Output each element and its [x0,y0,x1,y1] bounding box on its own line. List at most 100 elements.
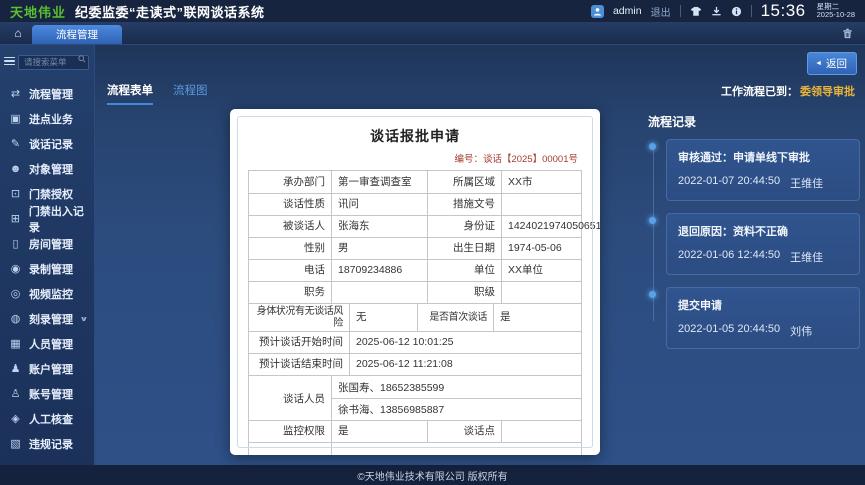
sidebar-item-recording-management[interactable]: ◉ 录制管理 [0,256,94,281]
form-cell-label: 单位 [427,260,501,281]
sidebar-item-label: 账户管理 [29,361,73,377]
process-management-icon: ⇄ [9,87,22,100]
record-text: 审核通过：申请单线下审批 [678,149,848,165]
sidebar-item-label: 录制管理 [29,261,73,277]
process-record-panel: 流程记录 审核通过：申请单线下审批2022-01-07 20:44:50王维佳退… [648,113,860,465]
divider [751,5,752,17]
interview-records-icon: ✎ [9,137,22,150]
room-management-icon: ▯ [9,237,22,250]
form-cell-value: XX单位 [501,260,581,281]
table-row: 性别男出生日期1974-05-06 [249,237,581,259]
content-tools: 流程表单 流程图 工作流程已到：委领导审批 [95,77,865,105]
app-header: 天地伟业 纪委监委“走读式”联网谈话系统 admin 退出 15:36 星期二 … [0,0,865,22]
sidebar-item-process-management[interactable]: ⇄ 流程管理 [0,81,94,106]
header-right: admin 退出 15:36 星期二 2025-10-28 [591,1,855,21]
form-cell-label: 谈话点 [427,421,501,442]
sidebar-item-disc-burning-management[interactable]: ◍ 刻录管理 ∨ [0,306,94,331]
process-record-card: 退回原因：资料不正确2022-01-06 12:44:50王维佳 [666,213,860,275]
table-row [249,442,581,455]
sidebar: ⇄ 流程管理 ▣进点业务✎谈话记录☻对象管理 ⊡ 门禁授权 ⊞门禁出入记录 ▯ 房间管理 ◉ 录制… [0,45,95,465]
form-cell-label: 职务 [249,282,331,303]
main-content: ◄ 返回 流程表单 流程图 工作流程已到：委领导审批 谈话报批申请 编号：谈话【… [95,45,865,465]
system-title: 纪委监委“走读式”联网谈话系统 [75,2,265,21]
form-cell-label: 被谈话人 [249,216,331,237]
table-row: 谈话性质讯问措施文号 [249,193,581,215]
form-table: 承办部门第一审查调查室所属区域XX市谈话性质讯问措施文号被谈话人张海东身份证14… [248,170,582,455]
record-text: 退回原因：资料不正确 [678,223,848,239]
chevron-down-icon: ∨ [80,315,89,323]
form-cell-value [501,194,581,215]
form-cell-label: 所属区域 [427,171,501,193]
record-time: 2022-01-06 12:44:50 [678,249,780,265]
process-record: 审核通过：申请单线下审批2022-01-07 20:44:50王维佳 [666,139,860,201]
back-label: 返回 [826,56,847,71]
collapse-menu-icon[interactable] [4,57,15,66]
sidebar-item-violation-records[interactable]: ▧违规记录 [0,431,94,456]
clock-time: 15:36 [761,1,806,21]
sidebar-item-label: 人员管理 [29,336,73,352]
sidebar-item-room-management[interactable]: ▯ 房间管理 [0,231,94,256]
sidebar-item-entry-business[interactable]: ▣进点业务 [0,106,94,131]
form-cell-label: 是否首次谈话 [417,304,493,331]
table-row: 谈话人员张国寿、18652385599徐书海、13856985887 [249,375,581,420]
workflow-status-value: 委领导审批 [800,86,855,98]
home-icon[interactable]: ⌂ [6,22,30,44]
clock-datestr: 2025-10-28 [817,11,855,20]
tab-process-diagram[interactable]: 流程图 [173,82,208,105]
access-in-out-records-icon: ⊞ [9,212,22,225]
info-icon[interactable] [731,6,742,17]
logout-link[interactable]: 退出 [651,4,671,19]
back-button[interactable]: ◄ 返回 [807,52,857,75]
sidebar-item-label: 门禁授权 [29,186,73,202]
form-cell-label: 措施文号 [427,194,501,215]
form-cell-label: 出生日期 [427,238,501,259]
disc-burning-management-icon: ◍ [9,312,22,325]
process-record-list: 审核通过：申请单线下审批2022-01-07 20:44:50王维佳退回原因：资… [648,139,860,349]
form-cell-value [501,282,581,303]
record-operator: 王维佳 [790,175,823,191]
record-text: 提交申请 [678,297,848,313]
sidebar-item-access-in-out-records[interactable]: ⊞门禁出入记录 [0,206,94,231]
sidebar-item-account-number-management[interactable]: ♙账号管理 [0,381,94,406]
tab-process-management[interactable]: 流程管理 [32,25,122,44]
sidebar-item-interview-records[interactable]: ✎谈话记录 [0,131,94,156]
form-cell-value [331,443,581,455]
sidebar-item-label: 视频监控 [29,286,73,302]
theme-shirt-icon[interactable] [690,6,702,17]
tab-process-form[interactable]: 流程表单 [107,82,153,105]
menu-search [18,52,89,70]
table-row: 被谈话人张海东身份证142402197405065122 [249,215,581,237]
sidebar-item-label: 人工核查 [29,411,73,427]
table-row: 预计谈话开始时间2025-06-12 10:01:25 [249,331,581,353]
sidebar-item-label: 流程管理 [29,86,73,102]
username[interactable]: admin [613,5,642,17]
form-cell-label: 职级 [427,282,501,303]
process-record: 退回原因：资料不正确2022-01-06 12:44:50王维佳 [666,213,860,275]
clear-tabs-trash-icon[interactable] [842,28,853,39]
form-number: 编号：谈话【2025】00001号 [230,151,578,165]
workflow-label: 工作流程已到： [721,86,798,98]
sidebar-item-label: 刻录管理 [29,311,73,327]
form-cell-value: 18709234886 [331,260,427,281]
form-cell-value: 张海东 [331,216,427,237]
access-authorization-icon: ⊡ [9,187,22,200]
form-cell-value: 1974-05-06 [501,238,581,259]
form-cell-value: 徐书海、13856985887 [332,398,581,420]
violation-records-icon: ▧ [9,437,22,450]
download-icon[interactable] [711,6,722,17]
tab-bar: ⌂ 流程管理 [0,22,865,45]
sidebar-item-account-management[interactable]: ♟账户管理 [0,356,94,381]
record-time: 2022-01-05 20:44:50 [678,323,780,339]
form-cell-value: 张国寿、18652385599 [332,376,581,398]
form-cell-value: 142402197405065122 [501,216,600,237]
sidebar-item-personnel-management[interactable]: ▦人员管理 [0,331,94,356]
sidebar-item-subject-management[interactable]: ☻对象管理 [0,156,94,181]
process-record-card: 审核通过：申请单线下审批2022-01-07 20:44:50王维佳 [666,139,860,201]
sidebar-item-manual-verification[interactable]: ◈人工核查 [0,406,94,431]
process-record: 提交申请2022-01-05 20:44:50刘伟 [666,287,860,349]
recording-management-icon: ◉ [9,262,22,275]
sidebar-item-label: 房间管理 [29,236,73,252]
divider [680,5,681,17]
sidebar-item-label: 对象管理 [29,161,73,177]
sidebar-item-video-surveillance[interactable]: ◎视频监控 [0,281,94,306]
